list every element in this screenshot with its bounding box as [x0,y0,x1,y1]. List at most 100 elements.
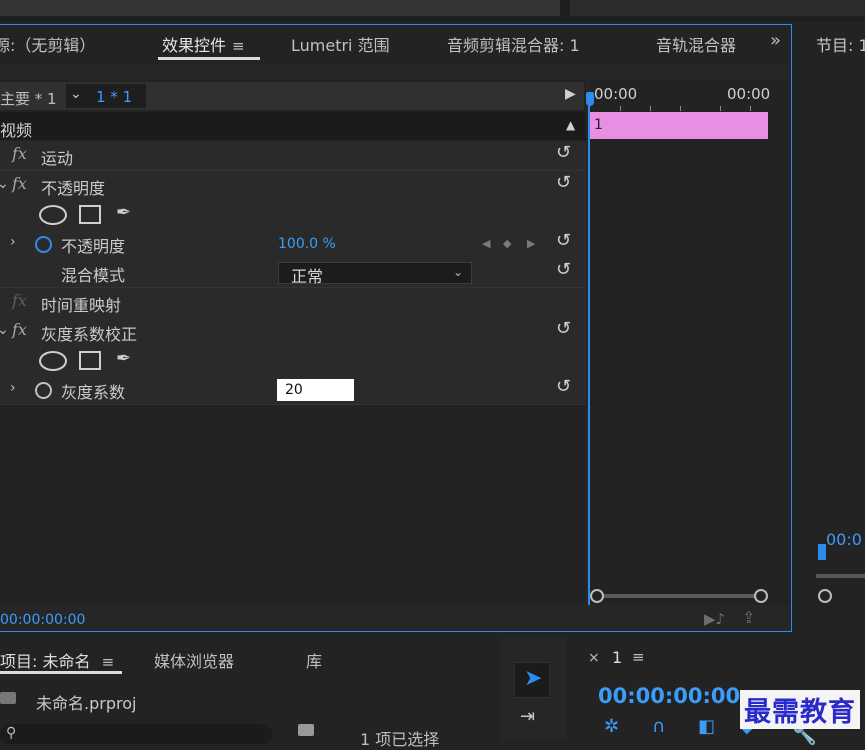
stopwatch-icon[interactable] [35,382,52,399]
playhead-handle[interactable] [586,92,594,106]
video-section-label: 视频 [0,121,33,140]
tab-menu-icon[interactable]: ≡ [102,653,115,671]
gamma-value-input[interactable] [277,379,354,401]
tab-audio-track-mixer[interactable]: 音轨混合器 [656,32,736,56]
twisty-open-icon[interactable]: ⌄ [0,176,9,192]
ruler-tick [650,106,651,111]
timeline-timecode[interactable]: 00:00:00:00 [598,684,740,708]
param-label-gamma: 灰度系数 [61,383,126,402]
mask-tools-row: ✒ [0,346,586,376]
program-monitor-panel: 节目: 1 00:0 [796,24,865,632]
project-file-icon [0,692,16,704]
export-icon[interactable]: ⇪ [742,608,755,627]
effect-row-time-remap[interactable]: fx 时间重映射 [0,288,586,318]
tab-source[interactable]: 源:（无剪辑） [0,32,95,56]
effect-row-opacity[interactable]: ⌄ fx 不透明度 ↺ [0,171,586,201]
reset-icon[interactable]: ↺ [556,142,571,163]
ruler-tick [720,106,721,111]
tab-library[interactable]: 库 [306,648,322,672]
program-scrubber-track [816,574,865,578]
chevron-down-icon[interactable]: ⌄ [70,86,82,102]
watermark-logo: 最需教育 [740,690,860,729]
next-keyframe-icon[interactable]: ▶ [527,237,535,250]
tab-effect-controls-label: 效果控件 [162,36,227,55]
stopwatch-active-icon[interactable] [35,236,52,253]
magnet-icon[interactable]: ∩ [652,716,665,737]
reset-icon[interactable]: ↺ [556,172,571,193]
collapse-icon[interactable]: ▲ [566,118,575,132]
twisty-closed-icon[interactable]: › [10,234,16,250]
tab-effect-controls[interactable]: 效果控件 ≡ [162,32,245,56]
video-section-header[interactable]: 视频 ▲ [0,112,586,140]
tab-menu-icon[interactable]: ≡ [632,648,645,666]
effect-label-motion: 运动 [41,149,74,168]
top-strip [0,0,865,22]
mini-timeline-ruler[interactable]: 00:00 00:00 [592,85,772,107]
blend-mode-select[interactable]: 正常 ⌄ [278,262,472,286]
zoom-scrollbar[interactable] [590,588,768,604]
reset-icon[interactable]: ↺ [556,230,571,251]
zoom-handle-left[interactable] [590,589,604,603]
zoom-scrollbar-track [598,594,760,598]
fx-toggle-icon[interactable]: fx [12,320,27,339]
twisty-closed-icon[interactable]: › [10,380,16,396]
effect-label-opacity: 不透明度 [41,179,106,198]
snap-icon[interactable]: ✲ [604,716,619,737]
tools-panel: ➤ ⇥ [500,636,566,741]
opacity-value[interactable]: 100.0 % [278,236,336,252]
ruler-tick [680,106,681,111]
master-clip-label[interactable]: 主要 * 1 [0,88,57,109]
mask-tools-row: ✒ [0,200,586,230]
bin-icon[interactable] [298,724,314,736]
current-timecode[interactable]: 00:00:00:00 [0,612,85,628]
pen-mask-icon[interactable]: ✒ [116,348,131,369]
param-label-opacity: 不透明度 [61,237,126,256]
fx-toggle-icon[interactable]: fx [12,174,27,193]
overflow-tabs-icon[interactable]: » [770,30,781,51]
ellipse-mask-icon[interactable] [39,205,67,225]
effect-controls-footer: 00:00:00:00 ▶♪ ⇪ [0,606,790,631]
project-search-input[interactable] [0,724,272,744]
fx-toggle-icon[interactable]: fx [12,144,27,163]
program-timecode[interactable]: 00:0 [826,530,862,549]
effect-controls-timeline [588,80,790,605]
effect-row-gamma-correction[interactable]: ⌄ fx 灰度系数校正 ↺ [0,317,586,347]
effect-row-motion[interactable]: fx 运动 ↺ [0,141,586,171]
tab-media-browser[interactable]: 媒体浏览器 [154,648,234,672]
twisty-open-icon[interactable]: ⌄ [0,322,9,338]
clip-bar[interactable]: 1 [590,112,768,139]
rectangle-mask-icon[interactable] [79,351,101,370]
selection-arrow-icon[interactable]: ➤ [524,666,542,691]
rectangle-mask-icon[interactable] [79,205,101,224]
pen-mask-icon[interactable]: ✒ [116,202,131,223]
project-file-name: 未命名.prproj [36,694,137,713]
prev-keyframe-icon[interactable]: ◀ [482,237,490,250]
clip-bar-label: 1 [594,117,603,133]
reset-icon[interactable]: ↺ [556,376,571,397]
tab-audio-clip-mixer[interactable]: 音频剪辑混合器: 1 [447,32,580,56]
tab-menu-icon[interactable]: ≡ [232,37,245,55]
play-clip-icon[interactable]: ▶ [565,86,576,102]
program-zoom-handle[interactable] [818,589,832,603]
playhead-line [588,92,590,605]
tab-project[interactable]: 项目: 未命名 ≡ [0,648,114,672]
play-audio-icon[interactable]: ▶♪ [704,610,725,628]
close-icon[interactable]: × [588,650,600,666]
ellipse-mask-icon[interactable] [39,351,67,371]
add-keyframe-icon[interactable]: ◆ [503,237,511,250]
reset-icon[interactable]: ↺ [556,318,571,339]
linked-selection-icon[interactable]: ◧ [698,716,715,737]
zoom-handle-right[interactable] [754,589,768,603]
program-playhead[interactable] [818,544,826,560]
effect-label-time-remap: 时间重映射 [41,296,122,315]
sequence-clip-label[interactable]: 1 * 1 [96,88,132,106]
tab-program[interactable]: 节目: 1 [816,32,865,56]
fx-disabled-icon: fx [12,291,27,310]
tab-lumetri-scopes[interactable]: Lumetri 范围 [291,32,390,56]
param-row-opacity: › 不透明度 100.0 % ◀ ◆ ▶ ↺ [0,229,586,259]
blend-mode-value: 正常 [291,267,324,286]
tab-sequence[interactable]: 1 [612,648,622,667]
top-panel-edge [0,0,560,16]
track-select-icon[interactable]: ⇥ [520,706,535,727]
reset-icon[interactable]: ↺ [556,259,571,280]
